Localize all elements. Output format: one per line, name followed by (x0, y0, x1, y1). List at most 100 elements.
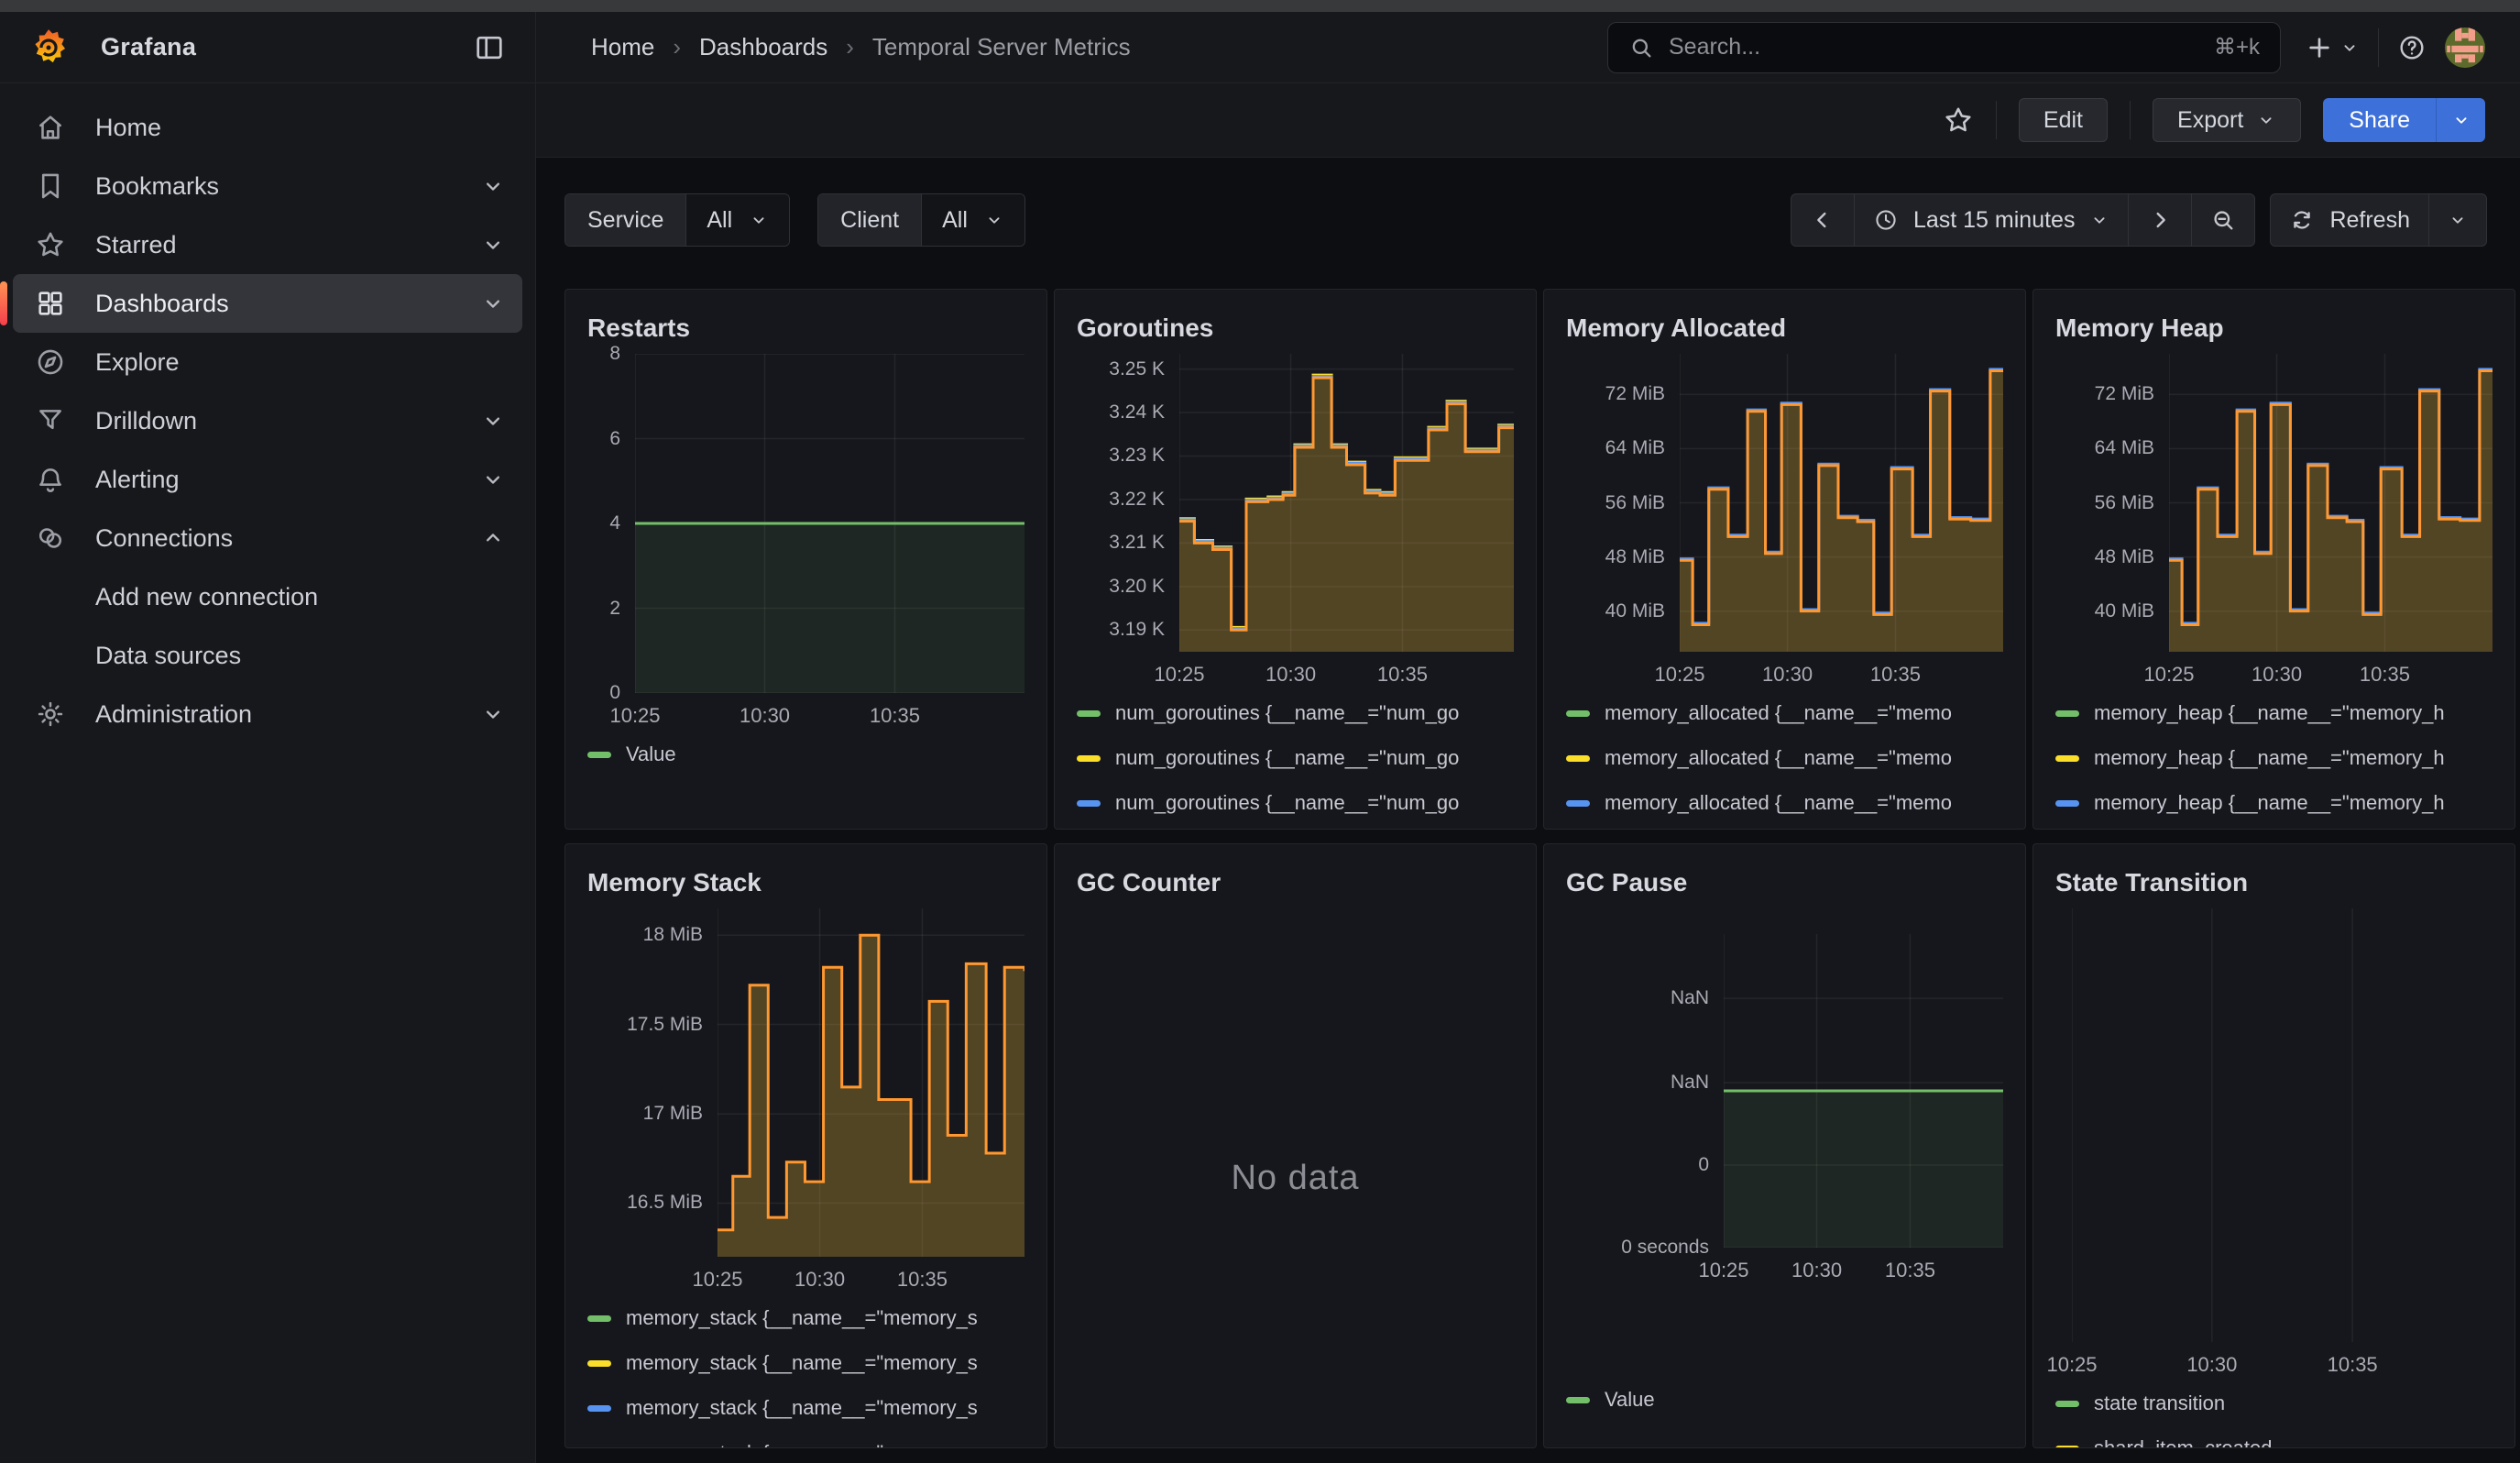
legend-item[interactable]: Value (1566, 1388, 2003, 1412)
legend-item[interactable]: memory_allocated {__name__="memo (1566, 746, 2003, 770)
sidebar-item-label: Drilldown (95, 407, 197, 435)
sidebar-item-add-new-connection[interactable]: Add new connection (13, 567, 522, 626)
panel-title[interactable]: Goroutines (1077, 302, 1514, 354)
legend-swatch (587, 1405, 611, 1412)
panel-title[interactable]: Memory Allocated (1566, 302, 2003, 354)
memory-allocated-chart[interactable]: 72 MiB64 MiB56 MiB48 MiB40 MiB (1566, 354, 2003, 652)
search-input[interactable]: Search... ⌘+k (1607, 22, 2281, 73)
memory-stack-chart[interactable]: 18 MiB17.5 MiB17 MiB16.5 MiB (587, 908, 1024, 1257)
drilldown-funnel-icon (35, 405, 66, 436)
dock-sidebar-icon[interactable] (471, 29, 508, 66)
panel-title[interactable]: Restarts (587, 302, 1024, 354)
goroutines-chart[interactable]: 3.25 K3.24 K3.23 K3.22 K3.21 K3.20 K3.19… (1077, 354, 1514, 652)
y-tick-label: 0 (1698, 1154, 1709, 1176)
favorite-star-icon[interactable] (1943, 104, 1974, 136)
x-tick-label: 10:25 (692, 1268, 742, 1292)
sidebar-item-starred[interactable]: Starred (13, 215, 522, 274)
chevron-down-icon[interactable] (480, 232, 506, 258)
legend-swatch (1566, 1397, 1590, 1403)
breadcrumb-home[interactable]: Home (591, 33, 654, 61)
state-transition-chart[interactable] (2055, 908, 2493, 1342)
add-new-button[interactable] (2305, 33, 2360, 62)
legend-item[interactable]: memory_heap {__name__="memory_h (2055, 701, 2493, 725)
chevron-down-icon[interactable] (480, 701, 506, 727)
legend-item[interactable]: memory_stack {__name__="memory_s (587, 1351, 1024, 1375)
y-tick-label: 56 MiB (1605, 492, 1665, 514)
legend-item[interactable]: memory_stack {__name__="memory_s (587, 1441, 1024, 1448)
chevron-right-icon (2147, 207, 2173, 233)
x-axis: 10:2510:3010:35 (2072, 1342, 2493, 1386)
share-dropdown-button[interactable] (2436, 98, 2485, 142)
sidebar-item-data-sources[interactable]: Data sources (13, 626, 522, 685)
sidebar-item-home[interactable]: Home (13, 98, 522, 157)
refresh-label: Refresh (2329, 207, 2410, 234)
sidebar-item-label: Add new connection (95, 583, 318, 611)
edit-label: Edit (2043, 107, 2083, 134)
sidebar-item-dashboards[interactable]: Dashboards (13, 274, 522, 333)
sidebar-item-drilldown[interactable]: Drilldown (13, 391, 522, 450)
legend-item[interactable]: memory_allocated {__name__="memo (1566, 791, 2003, 815)
legend-label: memory_allocated {__name__="memo (1605, 701, 1952, 725)
time-shift-back-button[interactable] (1791, 194, 1855, 246)
chevron-down-icon[interactable] (480, 173, 506, 199)
zoom-out-time-button[interactable] (2192, 194, 2254, 246)
share-button[interactable]: Share (2323, 98, 2436, 142)
bell-icon (35, 464, 66, 495)
refresh-button[interactable]: Refresh (2271, 194, 2429, 246)
legend-item[interactable]: memory_allocated {__name__="memo (1566, 701, 2003, 725)
clock-icon (1873, 207, 1899, 233)
top-bar: Home › Dashboards › Temporal Server Metr… (536, 12, 2520, 83)
star-icon (35, 229, 66, 260)
x-axis: 10:2510:3010:35 (718, 1257, 1024, 1301)
legend-item[interactable]: shard_item_created (2055, 1436, 2493, 1448)
y-tick-label: 6 (609, 428, 620, 450)
export-button[interactable]: Export (2153, 98, 2301, 142)
panel-memory-heap: Memory Heap 72 MiB64 MiB56 MiB48 MiB40 M… (2032, 289, 2515, 830)
sidebar-item-bookmarks[interactable]: Bookmarks (13, 157, 522, 215)
legend-item[interactable]: num_goroutines {__name__="num_go (1077, 701, 1514, 725)
x-tick-label: 10:30 (1762, 663, 1813, 687)
divider (2378, 28, 2379, 67)
chevron-down-icon (2256, 110, 2276, 130)
sidebar-item-label: Administration (95, 700, 252, 729)
legend-item[interactable]: memory_stack {__name__="memory_s (587, 1396, 1024, 1420)
chevron-down-icon[interactable] (480, 408, 506, 434)
legend-label: memory_heap {__name__="memory_h (2094, 701, 2445, 725)
legend-item[interactable]: num_goroutines {__name__="num_go (1077, 746, 1514, 770)
help-button[interactable] (2397, 33, 2427, 62)
sidebar-item-connections[interactable]: Connections (13, 509, 522, 567)
legend-item[interactable]: memory_stack {__name__="memory_s (587, 1306, 1024, 1330)
restarts-chart[interactable]: 86420 (587, 354, 1024, 693)
panel-title[interactable]: GC Counter (1077, 857, 1514, 908)
legend-item[interactable]: memory_heap {__name__="memory_h (2055, 791, 2493, 815)
time-range-picker[interactable]: Last 15 minutes (1855, 194, 2130, 246)
chevron-up-icon[interactable] (480, 525, 506, 551)
chevron-down-icon[interactable] (480, 291, 506, 316)
legend-item[interactable]: memory_heap {__name__="memory_h (2055, 746, 2493, 770)
time-shift-forward-button[interactable] (2129, 194, 2192, 246)
y-tick-label: 0 seconds (1621, 1237, 1709, 1259)
variable-client-select[interactable]: All (921, 194, 1024, 246)
gc-pause-chart[interactable]: NaNNaN00 seconds (1566, 934, 2003, 1248)
breadcrumb-dashboards[interactable]: Dashboards (699, 33, 827, 61)
panel-title[interactable]: Memory Heap (2055, 302, 2493, 354)
panel-title[interactable]: Memory Stack (587, 857, 1024, 908)
user-avatar[interactable] (2445, 28, 2485, 68)
panel-title[interactable]: State Transition (2055, 857, 2493, 908)
edit-button[interactable]: Edit (2019, 98, 2108, 142)
sidebar-item-explore[interactable]: Explore (13, 333, 522, 391)
divider (1996, 101, 1997, 139)
refresh-interval-button[interactable] (2429, 194, 2486, 246)
sidebar-item-administration[interactable]: Administration (13, 685, 522, 743)
chevron-down-icon (984, 210, 1004, 230)
legend-item[interactable]: num_goroutines {__name__="num_go (1077, 791, 1514, 815)
legend-swatch (1566, 755, 1590, 762)
panel-state-transition: State Transition 10:2510:3010:35 state t… (2032, 843, 2515, 1448)
chevron-down-icon[interactable] (480, 467, 506, 492)
sidebar-item-alerting[interactable]: Alerting (13, 450, 522, 509)
legend-item[interactable]: Value (587, 742, 1024, 766)
legend-item[interactable]: state transition (2055, 1392, 2493, 1415)
memory-heap-chart[interactable]: 72 MiB64 MiB56 MiB48 MiB40 MiB (2055, 354, 2493, 652)
panel-title[interactable]: GC Pause (1566, 857, 2003, 908)
variable-service-select[interactable]: All (685, 194, 789, 246)
